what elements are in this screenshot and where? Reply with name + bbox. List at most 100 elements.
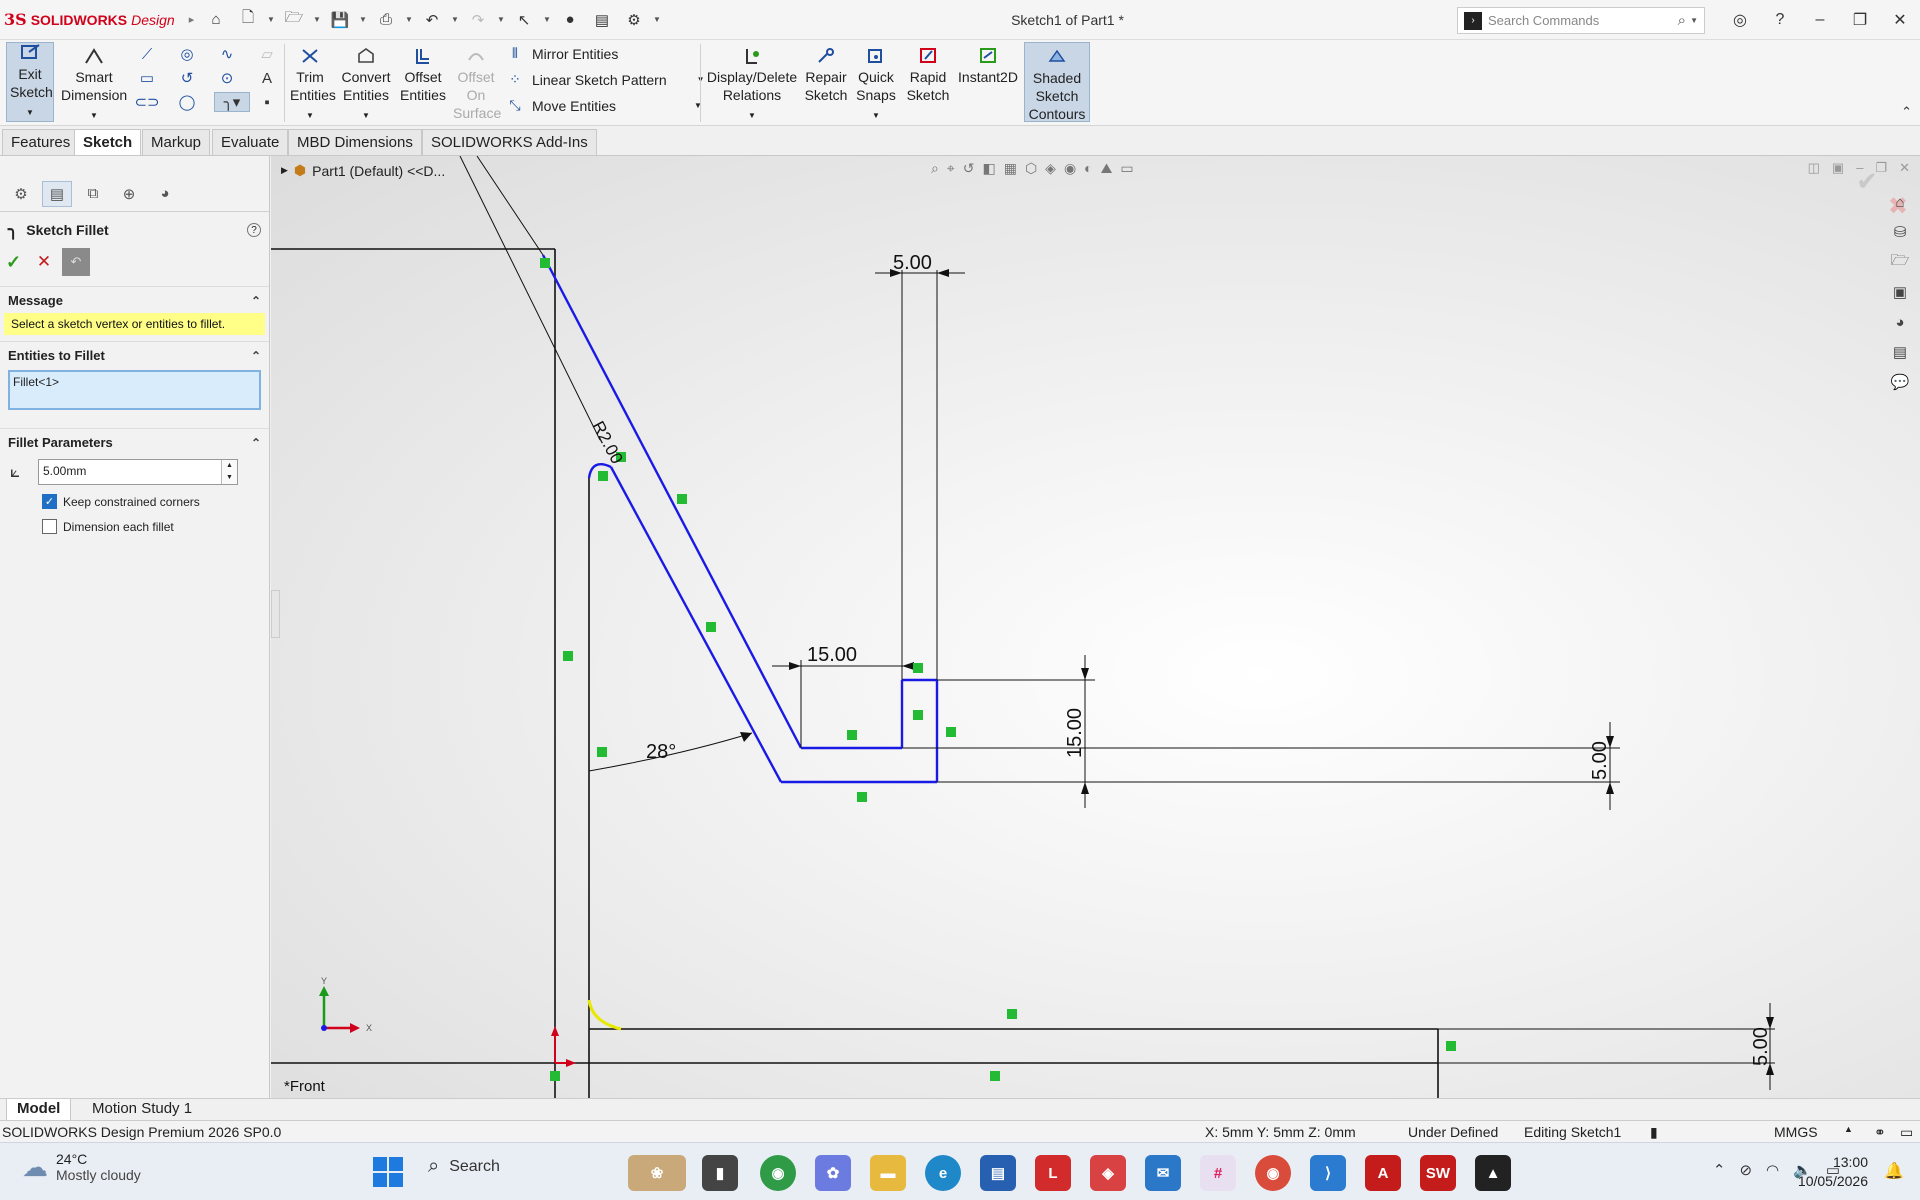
chevron-down-icon[interactable]: ▼ xyxy=(267,15,275,24)
exit-sketch-button[interactable]: Exit Sketch ▼ xyxy=(6,42,54,122)
constraint-marker[interactable] xyxy=(847,730,857,740)
tab-sketch[interactable]: Sketch xyxy=(74,129,142,155)
chevron-down-icon[interactable]: ▼ xyxy=(362,111,370,120)
dim-fillet-radius[interactable]: R2.00 xyxy=(588,418,626,467)
constraint-marker[interactable] xyxy=(540,258,550,268)
fillet-radius-input[interactable]: 5.00mm ▲ ▼ xyxy=(38,459,238,485)
user-account-icon[interactable]: ◎ xyxy=(1720,0,1760,40)
display-delete-relations-button[interactable]: Display/Delete Relations ▼ xyxy=(704,46,800,125)
instant2d-button[interactable]: Instant2D xyxy=(956,46,1020,86)
tab-solidworks-add-ins[interactable]: SOLIDWORKS Add-Ins xyxy=(422,129,597,155)
file-properties-icon[interactable]: ▤ xyxy=(589,7,615,33)
chevron-down-icon[interactable]: ▼ xyxy=(90,111,98,120)
radius-spinner[interactable]: ▲ ▼ xyxy=(221,460,237,484)
undo-icon[interactable]: ↶ xyxy=(419,7,445,33)
chrome-icon[interactable]: ◉ xyxy=(760,1155,796,1191)
plane-tool-icon[interactable]: ▱ xyxy=(256,44,278,64)
text-tool-icon[interactable]: A xyxy=(256,68,278,88)
chevron-down-icon[interactable]: ▼ xyxy=(451,15,459,24)
ellipse-tool-icon[interactable]: ◯ xyxy=(176,92,198,112)
search-commands-input[interactable]: › Search Commands ⌕ ▼ xyxy=(1457,7,1705,34)
shaded-sketch-contours-button[interactable]: Shaded Sketch Contours xyxy=(1024,42,1090,122)
chevron-down-icon[interactable]: ▼ xyxy=(26,108,34,117)
undo-fillet-button[interactable]: ↶ xyxy=(62,248,90,276)
circle-tool-icon[interactable]: ◎ xyxy=(176,44,198,64)
open-folder-icon[interactable]: 🗁 xyxy=(281,7,307,33)
restore-icon[interactable]: ❐ xyxy=(1840,0,1880,40)
status-units[interactable]: MMGS xyxy=(1774,1124,1818,1140)
chevron-up-icon[interactable]: ▲ xyxy=(1844,1124,1853,1134)
chevron-down-icon[interactable]: ▼ xyxy=(306,111,314,120)
dim-right-thickness[interactable]: 5.00 xyxy=(1589,741,1611,780)
chevron-down-icon[interactable]: ▼ xyxy=(653,15,661,24)
spline-tool-icon[interactable]: ∿ xyxy=(216,44,238,64)
chevron-down-icon[interactable]: ▼ xyxy=(543,15,551,24)
collapse-ribbon-icon[interactable]: ⌃ xyxy=(1901,104,1912,120)
expand-arrow-icon[interactable]: ▸ xyxy=(189,13,195,26)
tab-markup[interactable]: Markup xyxy=(142,129,211,155)
select-pointer-icon[interactable]: ↖ xyxy=(511,7,537,33)
constraint-marker[interactable] xyxy=(913,663,923,673)
convert-entities-button[interactable]: Convert Entities ▼ xyxy=(338,46,394,125)
l-app-icon[interactable]: L xyxy=(1035,1155,1071,1191)
rebuild-status-icon[interactable]: ▮ xyxy=(1650,1124,1658,1141)
move-entities-button[interactable]: ⤡ Move Entities ▼ xyxy=(506,97,702,114)
custom-properties-icon[interactable]: ▤ xyxy=(1887,340,1913,364)
chevron-up-icon[interactable]: ⌃ xyxy=(251,436,261,450)
solidworks-resources-icon[interactable]: ⌂ xyxy=(1887,190,1913,214)
status-panel-icon[interactable]: ▭ xyxy=(1900,1124,1913,1141)
appearances-icon[interactable]: ◕ xyxy=(1887,310,1913,334)
design-library-icon[interactable]: ⛁ xyxy=(1887,220,1913,244)
dim-top-width[interactable]: 5.00 xyxy=(893,252,932,274)
slot-tool-icon[interactable]: ⊂⊃ xyxy=(134,92,159,112)
constraint-marker[interactable] xyxy=(550,1071,560,1081)
offset-on-surface-button[interactable]: Offset On Surface xyxy=(452,46,501,122)
file-explorer-icon[interactable]: ▬ xyxy=(870,1155,906,1191)
tab-features[interactable]: Features xyxy=(2,129,80,155)
inner-slant-line[interactable] xyxy=(609,466,783,783)
outlook-icon[interactable]: ✉ xyxy=(1145,1155,1181,1191)
help-icon[interactable]: ? xyxy=(1760,0,1800,40)
store-icon[interactable]: ▤ xyxy=(980,1155,1016,1191)
entities-selection-box[interactable]: Fillet<1> xyxy=(8,370,261,410)
sketch-fillet-tool-icon[interactable]: ╮▾ xyxy=(214,92,250,112)
help-icon[interactable]: ? xyxy=(247,223,261,237)
arc-tool-icon[interactable]: ↺ xyxy=(176,68,198,88)
solidworks-logo[interactable]: 3S SOLIDWORKS Design ▸ xyxy=(0,10,194,29)
rapid-sketch-button[interactable]: Rapid Sketch xyxy=(904,46,952,104)
line-tool-icon[interactable]: ⟋ xyxy=(136,44,158,64)
polygon-tool-icon[interactable]: ⊙ xyxy=(216,68,238,88)
message-group-header[interactable]: Message ⌃ xyxy=(0,286,269,313)
copilot-icon[interactable]: ✿ xyxy=(815,1155,851,1191)
sketch-canvas[interactable]: 5.00 15.00 15.00 5.00 5.00 28° R2.00 Y X… xyxy=(271,156,1920,1098)
keep-constrained-corners-row[interactable]: ✓ Keep constrained corners xyxy=(0,489,269,514)
graphics-area[interactable]: ▶ ⬢ Part1 (Default) <<D... ⌕ ⌖ ↺ ◧ ▦ ⬡ ◈… xyxy=(271,156,1920,1098)
display-manager-icon[interactable]: ◕ xyxy=(150,181,180,207)
acrobat-icon[interactable]: A xyxy=(1365,1155,1401,1191)
forum-icon[interactable]: 💬 xyxy=(1887,370,1913,394)
constraint-marker[interactable] xyxy=(857,792,867,802)
quick-tips-icon[interactable]: ⚭ xyxy=(1874,1124,1886,1141)
offset-entities-button[interactable]: Offset Entities xyxy=(398,46,448,104)
rectangle-tool-icon[interactable]: ▭ xyxy=(136,68,158,88)
options-gear-icon[interactable]: ⚙ xyxy=(621,7,647,33)
weather-widget[interactable]: ☁ 24°C Mostly cloudy xyxy=(22,1151,141,1183)
property-manager-tab-icon[interactable]: ▤ xyxy=(42,180,72,207)
chevron-up-icon[interactable]: ⌃ xyxy=(251,294,261,308)
notification-bell-icon[interactable]: 🔔 xyxy=(1884,1161,1904,1181)
repair-sketch-button[interactable]: Repair Sketch xyxy=(804,46,848,104)
linear-sketch-pattern-button[interactable]: ⁘Linear Sketch Pattern ▼ xyxy=(506,71,704,88)
dimension-each-fillet-checkbox[interactable] xyxy=(42,519,57,534)
task-view-icon[interactable]: ▮ xyxy=(702,1155,738,1191)
dimension-each-fillet-row[interactable]: Dimension each fillet xyxy=(0,514,269,539)
dimxpert-manager-icon[interactable]: ⊕ xyxy=(114,181,144,207)
solidworks-taskbar-icon[interactable]: SW xyxy=(1420,1155,1456,1191)
chevron-down-icon[interactable]: ▼ xyxy=(497,15,505,24)
tab-motion-study[interactable]: Motion Study 1 xyxy=(82,1099,202,1121)
trim-entities-button[interactable]: Trim Entities ▼ xyxy=(286,46,336,125)
affinity-app-icon[interactable]: ▲ xyxy=(1475,1155,1511,1191)
quick-snaps-button[interactable]: Quick Snaps ▼ xyxy=(854,46,898,125)
chevron-down-icon[interactable]: ▼ xyxy=(1690,16,1698,25)
wifi-icon[interactable]: ◠ xyxy=(1766,1161,1779,1179)
constraint-marker[interactable] xyxy=(597,747,607,757)
